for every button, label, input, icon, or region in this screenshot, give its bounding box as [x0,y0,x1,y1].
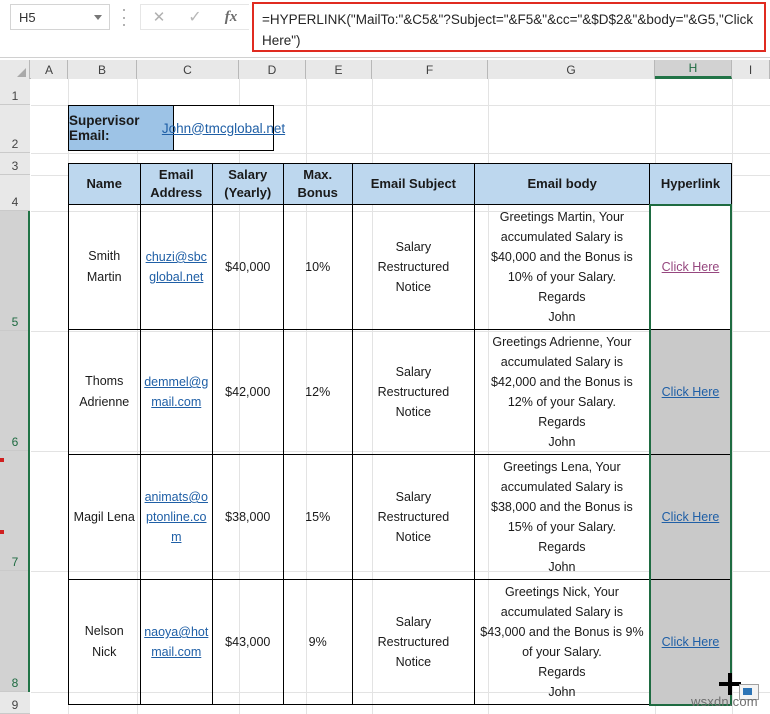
cell-max-bonus: 15% [282,454,353,580]
formula-action-buttons: ✕ ✓ fx [140,4,249,30]
select-all-triangle-icon [17,68,26,77]
cell-email-subject: Salary Restructured Notice [351,579,475,705]
column-header-email-body: Email body [473,163,651,205]
select-all-corner[interactable] [0,60,30,79]
name-box-value: H5 [19,9,36,25]
column-header-g[interactable]: G [488,60,655,79]
column-header-c[interactable]: C [137,60,239,79]
column-header-name: Name [68,163,141,205]
table-row: Magil Lena animats@optonline.com $38,000 15… [68,454,733,580]
cell-name: Thoms Adrienne [68,329,141,455]
column-header-h[interactable]: H [655,60,732,79]
cell-salary: $38,000 [212,454,284,580]
row-header-gutter: 123456789 [0,79,30,714]
cell-hyperlink[interactable]: Click Here [648,329,733,455]
column-header-a[interactable]: A [31,60,68,79]
employee-table: Name Email Address Salary (Yearly) Max. Bon… [68,163,733,706]
column-header-e[interactable]: E [306,60,372,79]
column-header-email-subject: Email Subject [351,163,475,205]
spreadsheet-grid[interactable]: Supervisor Email: John@tmcglobal.net Nam… [31,79,770,714]
row-header-5[interactable]: 5 [0,211,30,331]
row-header-2[interactable]: 2 [0,105,30,153]
table-row: Nelson Nick naoya@hotmail.com $43,000 9% Sala… [68,579,733,706]
formula-bar-grip [122,9,126,26]
cell-email-address: naoya@hotmail.com [139,579,214,705]
cell-email-body: Greetings Adrienne, Your accumulated Sal… [473,329,651,455]
column-header-b[interactable]: B [68,60,137,79]
gridline [31,153,770,154]
name-box[interactable]: H5 [10,4,110,30]
cell-email-subject: Salary Restructured Notice [351,329,475,455]
table-header-row: Name Email Address Salary (Yearly) Max. Bon… [68,163,732,206]
check-icon[interactable]: ✓ [177,5,213,29]
cell-email-address: demmel@gmail.com [139,329,214,455]
cell-max-bonus: 12% [282,329,353,455]
cell-salary: $40,000 [212,204,284,330]
row-header-3[interactable]: 3 [0,153,30,175]
formula-bar-divider [0,57,770,58]
click-here-link[interactable]: Click Here [662,260,720,274]
email-link[interactable]: demmel@gmail.com [144,375,208,409]
row-header-6[interactable]: 6 [0,331,30,451]
cell-salary: $42,000 [212,329,284,455]
fx-icon[interactable]: fx [213,5,249,29]
supervisor-email-label: Supervisor Email: [68,105,174,151]
cell-email-address: animats@optonline.com [139,454,214,580]
row-header-1[interactable]: 1 [0,79,30,105]
gutter-mark [0,458,4,462]
click-here-link[interactable]: Click Here [662,385,720,399]
row-header-8[interactable]: 8 [0,571,30,692]
chevron-down-icon[interactable] [94,14,102,20]
cell-hyperlink[interactable]: Click Here [648,454,733,580]
watermark-text: wsxdn.com [691,694,758,709]
cell-email-body: Greetings Nick, Your accumulated Salary … [473,579,651,705]
column-header-salary: Salary (Yearly) [212,163,284,205]
table-row: Smith Martin chuzi@sbcglobal.net $40,000 10%… [68,204,733,330]
cell-email-subject: Salary Restructured Notice [351,204,475,330]
email-link[interactable]: chuzi@sbcglobal.net [146,250,207,284]
cell-max-bonus: 10% [282,204,353,330]
formula-bar-strip: H5 ✕ ✓ fx =HYPERLINK("MailTo:"&C5&"?Subj… [0,0,770,58]
close-icon[interactable]: ✕ [141,5,177,29]
email-link[interactable]: animats@optonline.com [145,490,208,544]
cell-name: Nelson Nick [68,579,141,705]
cell-salary: $43,000 [212,579,284,705]
cell-max-bonus: 9% [282,579,353,705]
email-link[interactable]: naoya@hotmail.com [144,625,208,659]
column-header-row: ABCDEFGHI [0,60,770,79]
column-header-email-address: Email Address [139,163,214,205]
gutter-mark [0,530,4,534]
cell-email-subject: Salary Restructured Notice [351,454,475,580]
cell-email-body: Greetings Lena, Your accumulated Salary … [473,454,651,580]
click-here-link[interactable]: Click Here [662,510,720,524]
cell-email-address: chuzi@sbcglobal.net [139,204,214,330]
click-here-link[interactable]: Click Here [662,635,720,649]
table-row: Thoms Adrienne demmel@gmail.com $42,000 12% S… [68,329,733,455]
supervisor-email-value[interactable]: John@tmcglobal.net [162,105,285,151]
column-header-f[interactable]: F [372,60,488,79]
cell-hyperlink[interactable]: Click Here [648,579,733,706]
cell-hyperlink[interactable]: Click Here [648,204,733,330]
column-header-i[interactable]: I [732,60,770,79]
row-header-7[interactable]: 7 [0,451,30,571]
cell-name: Smith Martin [68,204,141,330]
column-header-d[interactable]: D [239,60,306,79]
column-header-max-bonus: Max. Bonus [282,163,353,205]
column-header-hyperlink: Hyperlink [649,163,732,206]
row-header-4[interactable]: 4 [0,175,30,211]
cell-email-body: Greetings Martin, Your accumulated Salar… [473,204,651,330]
formula-input[interactable]: =HYPERLINK("MailTo:"&C5&"?Subject="&F5&"… [252,2,766,52]
row-header-9[interactable]: 9 [0,692,30,714]
row-selection-indicator [28,211,30,692]
cell-name: Magil Lena [68,454,141,580]
